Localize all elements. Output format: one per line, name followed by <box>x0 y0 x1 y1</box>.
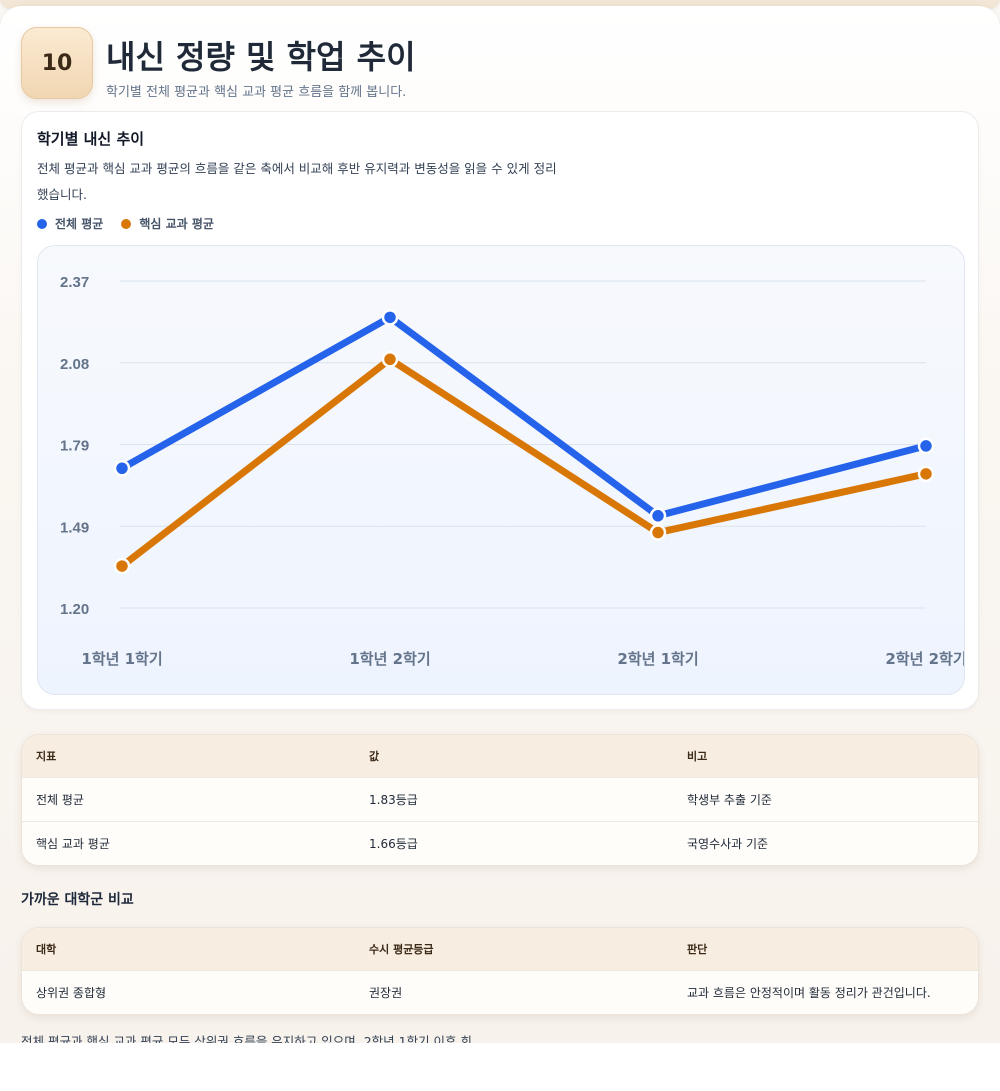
y-tick-label: 1.20 <box>60 601 89 618</box>
metrics-cell: 핵심 교과 평균 <box>22 820 355 865</box>
x-tick-label: 2학년 2학기 <box>885 650 965 668</box>
chart-legend: 전체 평균 핵심 교과 평균 <box>37 215 214 232</box>
metrics-cell: 학생부 추출 기준 <box>673 776 978 821</box>
comparison-header-judgment: 판단 <box>673 928 978 970</box>
comparison-cell: 상위권 종합형 <box>22 969 355 1014</box>
metrics-cell: 1.66등급 <box>355 820 673 865</box>
data-point <box>381 351 399 368</box>
y-tick-label: 2.37 <box>60 274 89 291</box>
metrics-table: 지표 값 비고 전체 평균 1.83등급 학생부 추출 기준 핵심 교과 평균 … <box>21 734 979 866</box>
section-title: 내신 정량 및 학업 추이 <box>106 38 416 76</box>
table-row: 전체 평균 1.83등급 학생부 추출 기준 <box>22 776 978 821</box>
legend-label-core: 핵심 교과 평균 <box>139 217 214 231</box>
series-line <box>118 355 930 570</box>
chart-title: 학기별 내신 추이 <box>37 130 145 148</box>
data-point <box>113 460 131 477</box>
legend-label-overall: 전체 평균 <box>55 217 104 231</box>
comparison-table-header-row: 대학 수시 평균등급 판단 <box>22 928 978 970</box>
metrics-header-value: 값 <box>355 735 673 777</box>
line-chart: 2.37 2.08 1.79 1.49 1.20 1학년 1학기 1학년 2학기 2학년 1학… <box>60 274 965 668</box>
comparison-header-grade: 수시 평균등급 <box>355 928 673 970</box>
metrics-cell: 1.83등급 <box>355 776 673 821</box>
metrics-header-indicator: 지표 <box>22 735 355 777</box>
plot-area: 2.37 2.08 1.79 1.49 1.20 1학년 1학기 1학년 2학기 2학년 1학… <box>37 245 965 695</box>
x-tick-label: 1학년 1학기 <box>81 650 162 668</box>
data-point <box>649 524 667 541</box>
series-line <box>118 313 930 520</box>
comparison-cell: 교과 흐름은 안정적이며 활동 정리가 관건입니다. <box>673 969 978 1014</box>
data-point <box>113 557 131 575</box>
data-point <box>649 507 667 525</box>
comparison-table: 대학 수시 평균등급 판단 상위권 종합형 권장권 교과 흐름은 안정적이며 활… <box>21 927 979 1015</box>
legend-swatch-overall <box>37 218 47 229</box>
chart-card: 학기별 내신 추이 전체 평균과 핵심 교과 평균의 흐름을 같은 축에서 비교… <box>21 111 979 710</box>
comparison-header-university: 대학 <box>22 928 355 970</box>
legend-swatch-core <box>121 218 132 229</box>
metrics-header-note: 비고 <box>673 735 978 777</box>
comparison-cell: 권장권 <box>355 969 673 1014</box>
data-point <box>917 465 935 483</box>
table-row: 상위권 종합형 권장권 교과 흐름은 안정적이며 활동 정리가 관건입니다. <box>22 969 978 1014</box>
summary-note: 전체 평균과 핵심 교과 평균 모두 상위권 흐름을 유지하고 있으며, 2학년… <box>21 1034 473 1043</box>
table-row: 핵심 교과 평균 1.66등급 국영수사과 기준 <box>22 820 978 865</box>
data-point <box>917 437 935 455</box>
y-tick-label: 1.49 <box>60 519 89 536</box>
chart-description: 전체 평균과 핵심 교과 평균의 흐름을 같은 축에서 비교해 후반 유지력과 … <box>37 161 557 202</box>
x-tick-label: 1학년 2학기 <box>349 650 430 668</box>
data-point <box>381 309 399 326</box>
section-subtitle: 학기별 전체 평균과 핵심 교과 평균 흐름을 함께 봅니다. <box>106 85 407 100</box>
section-number-badge: 10 <box>21 27 93 99</box>
y-tick-label: 1.79 <box>60 438 89 455</box>
metrics-cell: 전체 평균 <box>22 776 355 821</box>
legend-item-overall: 전체 평균 <box>37 215 103 232</box>
section-card: 10 내신 정량 및 학업 추이 학기별 전체 평균과 핵심 교과 평균 흐름을… <box>0 6 1000 1043</box>
metrics-table-header-row: 지표 값 비고 <box>22 735 978 777</box>
x-tick-label: 2학년 1학기 <box>617 650 698 668</box>
page-background: 10 내신 정량 및 학업 추이 학기별 전체 평균과 핵심 교과 평균 흐름을… <box>0 0 1000 1043</box>
legend-item-core: 핵심 교과 평균 <box>121 215 214 232</box>
y-tick-label: 2.08 <box>60 356 89 373</box>
comparison-heading: 가까운 대학군 비교 <box>21 892 134 908</box>
metrics-cell: 국영수사과 기준 <box>673 820 978 865</box>
